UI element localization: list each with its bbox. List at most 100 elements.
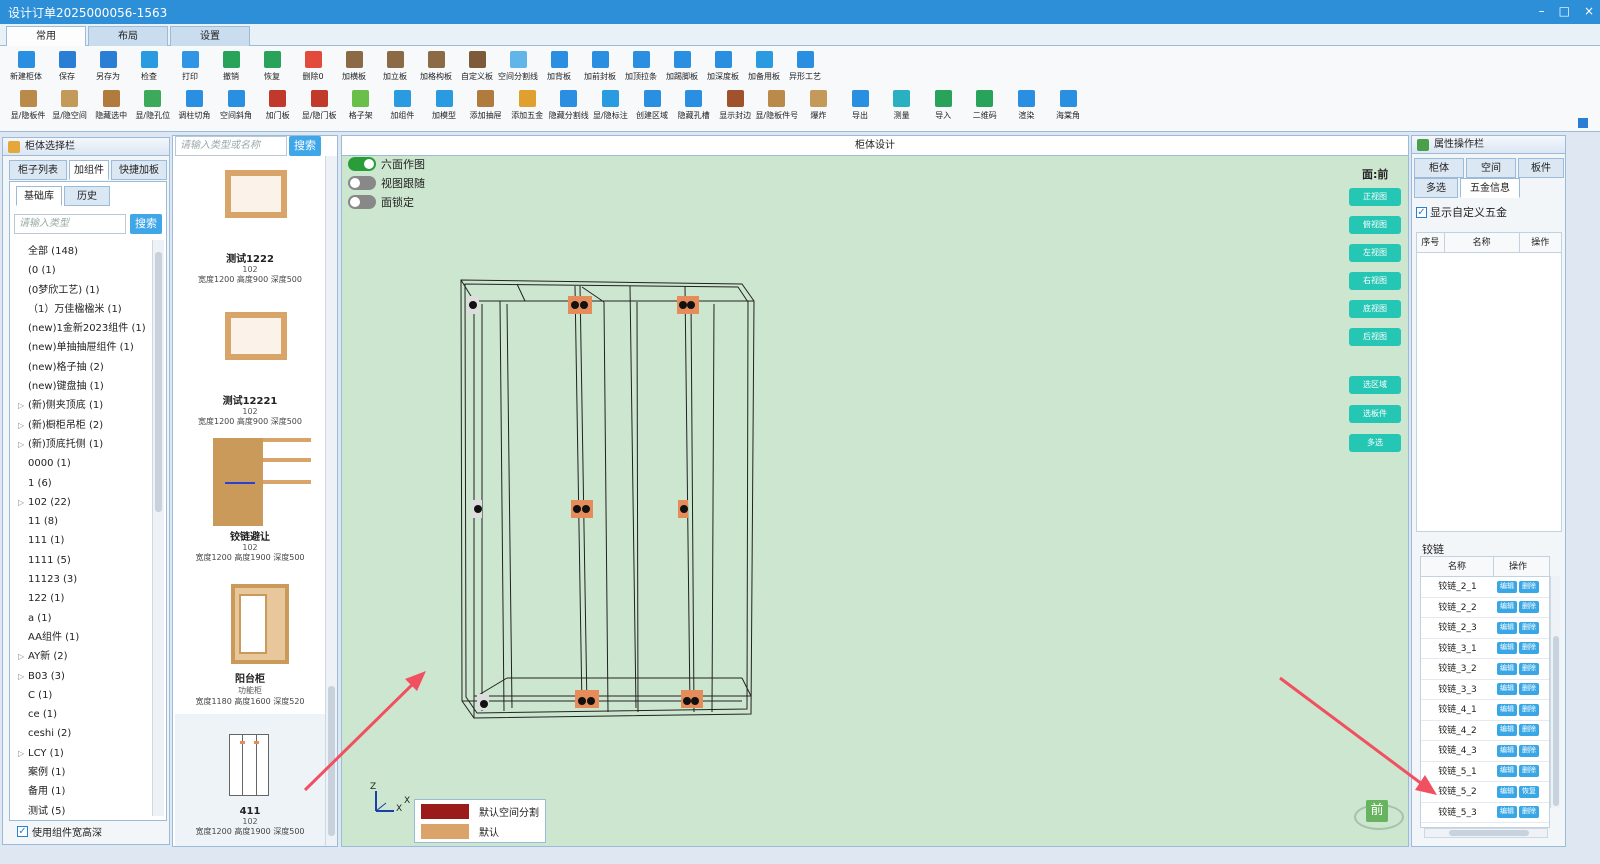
ribbon-button-row2-6[interactable]: 加门板 <box>256 88 300 126</box>
tree-item[interactable]: (new)单抽抽屉组件 (1) <box>12 338 152 357</box>
ribbon-button-row1-17[interactable]: 加深度板 <box>701 49 745 87</box>
tree-item[interactable]: （1）万佳楹楹米 (1) <box>12 300 152 319</box>
tab-quick-add-board[interactable]: 快捷加板 <box>111 160 167 180</box>
show-custom-hardware-option[interactable]: ✓ 显示自定义五金 <box>1416 204 1507 220</box>
ribbon-button-row2-10[interactable]: 加模型 <box>422 88 466 126</box>
tree-item[interactable]: 111 (1) <box>12 531 152 550</box>
hinge-delete-button[interactable]: 删除 <box>1519 580 1539 593</box>
hinge-row[interactable]: 铰链_4_3 编辑 删除 <box>1421 741 1549 762</box>
tab-hardware-info[interactable]: 五金信息 <box>1460 178 1520 198</box>
hinge-edit-button[interactable]: 编辑 <box>1497 785 1517 798</box>
ribbon-button-row1-0[interactable]: 新建柜体 <box>4 49 48 87</box>
nav-cube-front[interactable]: 前 <box>1366 800 1388 822</box>
ribbon-button-row1-5[interactable]: 撤销 <box>209 49 253 87</box>
maximize-button[interactable]: □ <box>1559 4 1570 18</box>
cabinet-wireframe[interactable] <box>342 156 1408 846</box>
ribbon-button-row1-1[interactable]: 保存 <box>45 49 89 87</box>
ribbon-button-row2-3[interactable]: 显/隐孔位 <box>131 88 175 126</box>
hinge-delete-button[interactable]: 删除 <box>1519 744 1539 757</box>
hinge-edit-button[interactable]: 编辑 <box>1497 621 1517 634</box>
hinge-edit-button[interactable]: 编辑 <box>1497 724 1517 737</box>
tree-item[interactable]: ▷ LCY (1) <box>12 744 152 763</box>
hinge-row[interactable]: 铰链_3_3 编辑 删除 <box>1421 680 1549 700</box>
hinge-edit-button[interactable]: 编辑 <box>1497 703 1517 716</box>
tree-item[interactable]: (new)格子抽 (2) <box>12 358 152 377</box>
hinge-row[interactable]: 铰链_4_1 编辑 删除 <box>1421 700 1549 721</box>
tree-item[interactable]: 备用 (1) <box>12 782 152 801</box>
type-search-button[interactable]: 搜索 <box>130 214 162 234</box>
tree-item[interactable]: (new)键盘抽 (1) <box>12 377 152 396</box>
ribbon-button-row2-4[interactable]: 调柱切角 <box>172 88 216 126</box>
checkbox-checked-icon[interactable]: ✓ <box>1416 206 1427 218</box>
component-search-input[interactable]: 请输入类型或名称 <box>175 136 287 156</box>
ribbon-button-row2-8[interactable]: 格子架 <box>339 88 383 126</box>
hinge-row[interactable]: 铰链_5_3 编辑 删除 <box>1421 803 1549 823</box>
tab-space[interactable]: 空间 <box>1466 158 1516 178</box>
tab-layout[interactable]: 布局 <box>88 26 168 46</box>
hinge-scroll-thumb[interactable] <box>1553 636 1559 806</box>
hinge-delete-button[interactable]: 删除 <box>1519 642 1539 655</box>
expand-arrow-icon[interactable]: ▷ <box>18 396 24 415</box>
hinge-edit-button[interactable]: 编辑 <box>1497 765 1517 778</box>
tab-cabinet-list[interactable]: 柜子列表 <box>9 160 67 180</box>
hinge-edit-button[interactable]: 编辑 <box>1497 642 1517 655</box>
hinge-edit-button[interactable]: 编辑 <box>1497 601 1517 614</box>
ribbon-button-row2-17[interactable]: 显示封边 <box>713 88 757 126</box>
ribbon-button-row1-2[interactable]: 另存为 <box>86 49 130 87</box>
ribbon-button-row1-7[interactable]: 删除0 <box>291 49 335 87</box>
ribbon-button-row2-13[interactable]: 隐藏分割线 <box>547 88 591 126</box>
hinge-delete-button[interactable]: 删除 <box>1519 662 1539 675</box>
ribbon-button-row2-16[interactable]: 隐藏孔槽 <box>672 88 716 126</box>
tree-item[interactable]: ▷ (新)顶底托侧 (1) <box>12 435 152 454</box>
expand-arrow-icon[interactable]: ▷ <box>18 647 24 666</box>
tab-settings[interactable]: 设置 <box>170 26 250 46</box>
tree-item[interactable]: (new)1金新2023组件 (1) <box>12 319 152 338</box>
minimize-button[interactable]: – <box>1539 4 1545 18</box>
tree-item[interactable]: 11 (8) <box>12 512 152 531</box>
tab-multiselect[interactable]: 多选 <box>1414 178 1458 198</box>
tree-item[interactable]: 0000 (1) <box>12 454 152 473</box>
tab-common[interactable]: 常用 <box>6 26 86 46</box>
hinge-delete-button[interactable]: 删除 <box>1519 806 1539 819</box>
ribbon-button-row1-6[interactable]: 恢复 <box>250 49 294 87</box>
tree-item[interactable]: 测试 (5) <box>12 802 152 820</box>
hinge-hscroll-thumb[interactable] <box>1449 830 1529 836</box>
tree-item[interactable]: ceshi (2) <box>12 724 152 743</box>
hinge-delete-button[interactable]: 删除 <box>1519 601 1539 614</box>
hinge-row[interactable]: 铰链_5_1 编辑 删除 <box>1421 762 1549 782</box>
component-card[interactable]: 阳台柜 功能柜 宽度1180 高度1600 深度520 <box>175 578 325 712</box>
tab-add-component[interactable]: 加组件 <box>69 160 109 180</box>
ribbon-button-row1-15[interactable]: 加顶拉条 <box>619 49 663 87</box>
select-mode-button[interactable]: 选板件 <box>1349 405 1401 423</box>
tree-item[interactable]: (0 (1) <box>12 261 152 280</box>
ribbon-button-row1-4[interactable]: 打印 <box>168 49 212 87</box>
ribbon-button-row1-14[interactable]: 加前封板 <box>578 49 622 87</box>
tab-base-library[interactable]: 基础库 <box>16 186 62 206</box>
tree-item[interactable]: ▷ (新)侧夹顶底 (1) <box>12 396 152 415</box>
ribbon-button-row2-22[interactable]: 导入 <box>921 88 965 126</box>
ribbon-button-row1-19[interactable]: 异形工艺 <box>783 49 827 87</box>
ribbon-button-row2-18[interactable]: 显/隐板件号 <box>755 88 799 126</box>
close-button[interactable]: × <box>1584 4 1594 18</box>
ribbon-button-row2-25[interactable]: 海棠角 <box>1046 88 1090 126</box>
tree-item[interactable]: ce (1) <box>12 705 152 724</box>
tree-item[interactable]: 案例 (1) <box>12 763 152 782</box>
hinge-row[interactable]: 铰链_3_1 编辑 删除 <box>1421 639 1549 659</box>
component-card[interactable]: 测试12221 102 宽度1200 高度900 深度500 <box>175 300 325 434</box>
ribbon-button-row2-21[interactable]: 测量 <box>880 88 924 126</box>
hinge-row[interactable]: 铰链_2_2 编辑 删除 <box>1421 598 1549 618</box>
tree-item[interactable]: ▷ B03 (3) <box>12 667 152 686</box>
tab-cabinet[interactable]: 柜体 <box>1414 158 1464 178</box>
tree-item[interactable]: ▷ AY新 (2) <box>12 647 152 666</box>
ribbon-button-row1-10[interactable]: 加格构板 <box>414 49 458 87</box>
hinge-row[interactable]: 铰链_2_3 编辑 删除 <box>1421 618 1549 639</box>
select-mode-button[interactable]: 多选 <box>1349 434 1401 452</box>
ribbon-button-row2-14[interactable]: 显/隐标注 <box>588 88 632 126</box>
tree-scrollbar[interactable] <box>152 240 164 816</box>
tree-item[interactable]: C (1) <box>12 686 152 705</box>
type-search-input[interactable]: 请输入类型 <box>14 214 126 234</box>
component-search-button[interactable]: 搜索 <box>289 136 321 156</box>
hinge-edit-button[interactable]: 编辑 <box>1497 806 1517 819</box>
hinge-scrollbar[interactable] <box>1550 576 1560 808</box>
hinge-edit-button[interactable]: 编辑 <box>1497 744 1517 757</box>
